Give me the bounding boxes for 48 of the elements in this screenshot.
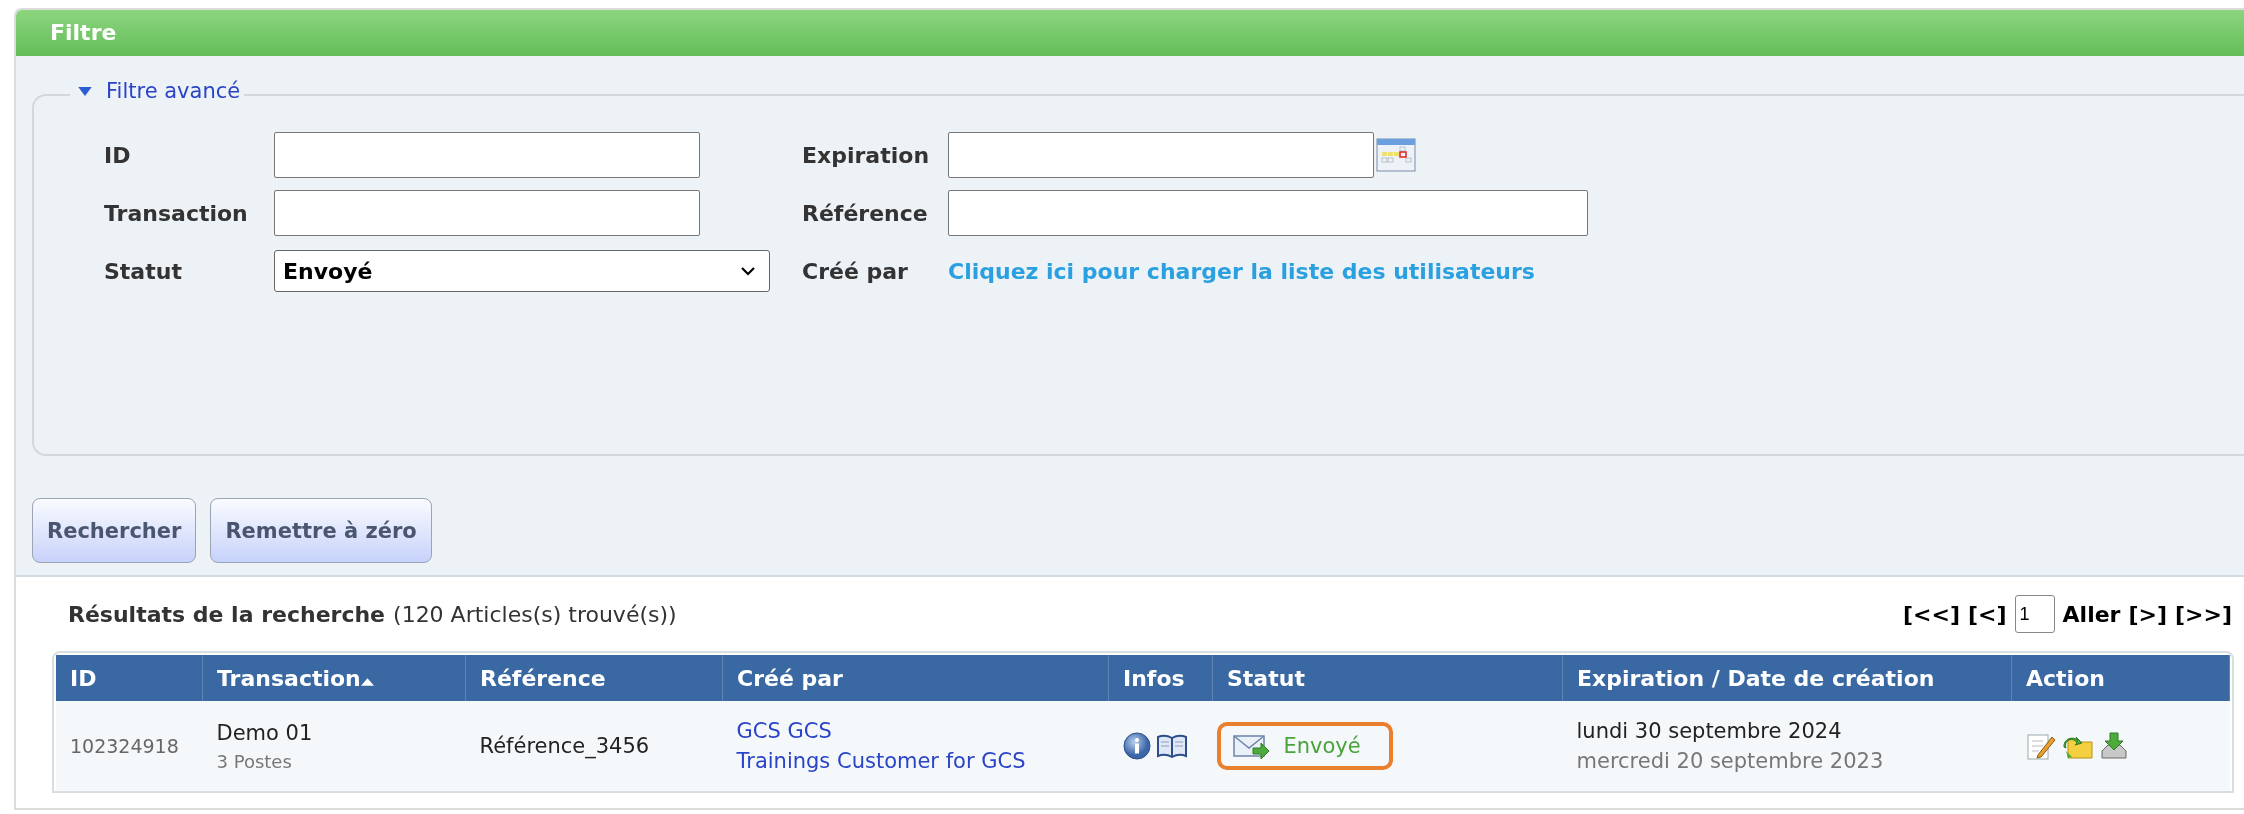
panel-header: Filtre: [16, 10, 2244, 56]
table-cell: Référence_3456: [479, 734, 650, 758]
last-page-link[interactable]: [>>]: [2175, 601, 2232, 627]
column-header: Action: [2011, 655, 2230, 701]
table-cell: 102324918: [70, 735, 179, 757]
form-button[interactable]: Rechercher: [32, 498, 197, 563]
status-dropdown[interactable]: Envoyé: [274, 250, 770, 292]
status-indicator: Envoyé: [1216, 722, 1393, 770]
creation-date: mercredi 20 septembre 2023: [1576, 749, 1885, 773]
field-label: Créé par: [802, 258, 909, 284]
results-title: Résultats de la recherche: [68, 601, 386, 627]
go-link[interactable]: Aller: [2062, 601, 2121, 627]
expiration-date: lundi 30 septembre 2024: [1576, 719, 1843, 743]
column-header: ID: [56, 655, 203, 701]
field-label: Transaction: [104, 200, 249, 226]
chevron-down-icon: [741, 266, 755, 276]
field-label: Statut: [104, 258, 183, 284]
item-count: 3 Postes: [216, 750, 293, 772]
input-field[interactable]: [948, 132, 1374, 178]
column-header: Expiration / Date de création: [1562, 655, 2012, 701]
input-field[interactable]: [274, 132, 700, 178]
column-header: Créé par: [722, 655, 1109, 701]
column-header[interactable]: Transaction: [202, 655, 466, 701]
edit-icon[interactable]: [2025, 731, 2056, 761]
transaction-name: Demo 01: [216, 720, 314, 745]
user-link[interactable]: GCS GCS: [736, 719, 1109, 743]
column-header: Statut: [1212, 655, 1563, 701]
column-header: Référence: [465, 655, 723, 701]
first-page-link[interactable]: [<<]: [1903, 601, 1961, 627]
form-button[interactable]: Remettre à zéro: [210, 498, 432, 563]
page-number-field[interactable]: 1: [2014, 595, 2055, 633]
calendar-icon: [1376, 138, 1416, 172]
caret-icon: [78, 86, 92, 96]
tray-download-icon[interactable]: [2099, 731, 2128, 761]
input-field[interactable]: [948, 190, 1588, 236]
previous-page-link[interactable]: [<]: [1968, 601, 2007, 627]
input-field[interactable]: [274, 190, 700, 236]
info-icon[interactable]: [1122, 732, 1151, 760]
results-count: (120 Articles(s) trouvé(s)): [393, 601, 677, 627]
envelope-arrow-icon: [1232, 732, 1270, 760]
field-label: Référence: [802, 200, 929, 226]
book-icon[interactable]: [1156, 733, 1187, 759]
calendar-button[interactable]: [1376, 138, 1416, 172]
field-label: ID: [104, 142, 132, 168]
user-link[interactable]: Trainings Customer for GCS: [736, 749, 1109, 773]
field-label: Expiration: [802, 142, 931, 168]
column-header: Infos: [1108, 655, 1213, 701]
next-page-link[interactable]: [>]: [2128, 601, 2167, 627]
